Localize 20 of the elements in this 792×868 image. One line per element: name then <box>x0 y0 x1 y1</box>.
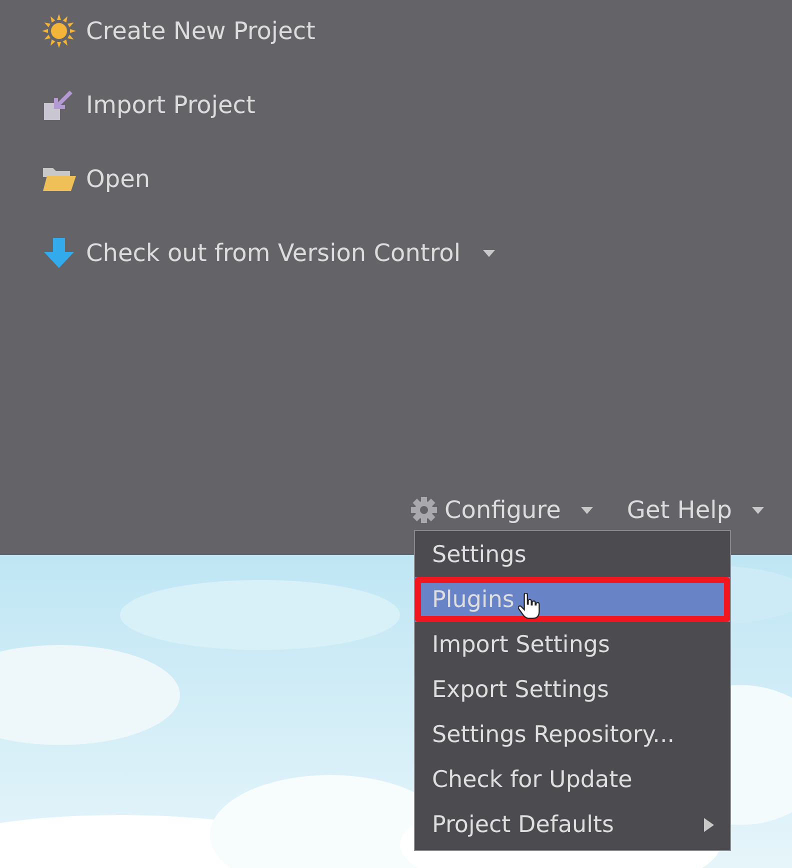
menu-item[interactable]: Check for Update <box>415 757 730 802</box>
action-link[interactable]: Open <box>86 165 150 193</box>
menu-item[interactable]: Export Settings <box>415 667 730 712</box>
down-arrow-icon <box>43 237 75 269</box>
action-link[interactable]: Import Project <box>86 91 256 119</box>
settings-icon <box>410 497 437 523</box>
sun-icon <box>42 14 76 48</box>
menu-item[interactable]: Settings Repository... <box>415 712 730 757</box>
menu-item[interactable]: Settings <box>415 532 730 577</box>
action-link[interactable]: Create New Project <box>86 17 316 45</box>
import-arrow-icon <box>43 89 75 121</box>
menu-item[interactable]: Plugins <box>415 577 730 622</box>
menu-item[interactable]: Import Settings <box>415 622 730 667</box>
menu-link[interactable]: Get Help <box>626 496 732 524</box>
menu-link[interactable]: Configure <box>444 496 561 524</box>
action-link[interactable]: Check out from Version Control <box>86 239 461 267</box>
caret-icon <box>580 506 593 514</box>
caret-icon <box>752 506 764 514</box>
folder-icon <box>42 166 76 192</box>
menu-item[interactable]: Project Defaults <box>415 802 730 847</box>
